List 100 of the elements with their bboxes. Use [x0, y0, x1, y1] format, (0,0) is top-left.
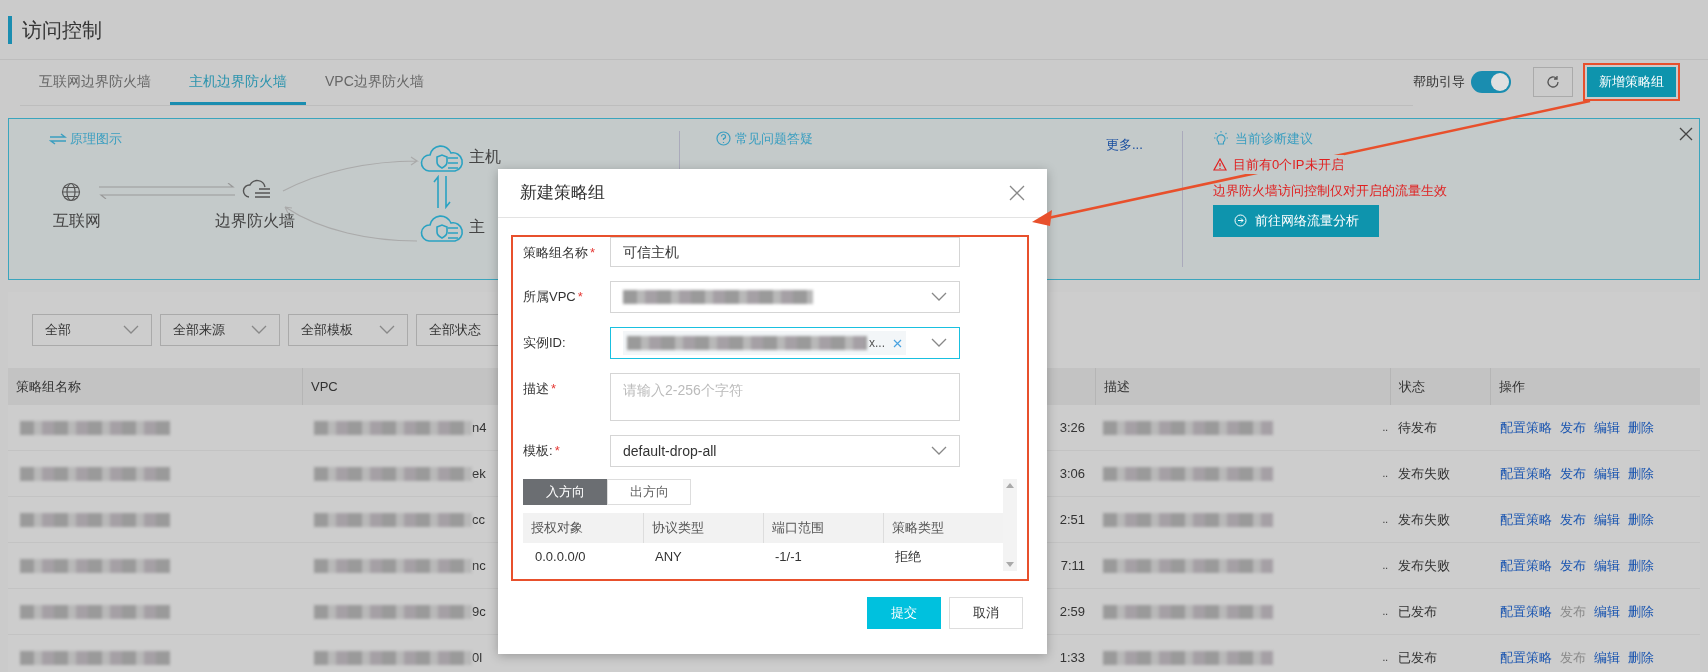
- filter-select[interactable]: 全部: [32, 314, 152, 346]
- action-link[interactable]: 删除: [1628, 555, 1654, 576]
- action-link[interactable]: 删除: [1628, 601, 1654, 622]
- help-label: 帮助引导: [1413, 73, 1465, 92]
- table-cell-text: ek: [472, 464, 486, 483]
- filter-select[interactable]: 全部来源: [160, 314, 280, 346]
- action-link[interactable]: 编辑: [1594, 647, 1620, 668]
- action-link[interactable]: 配置策略: [1500, 555, 1552, 576]
- close-icon[interactable]: [1679, 127, 1693, 141]
- chevron-down-icon: [123, 325, 139, 335]
- action-link[interactable]: 编辑: [1594, 601, 1620, 622]
- arrow-circle-icon: [1233, 214, 1247, 227]
- chevron-down-icon: [931, 446, 947, 456]
- table-cell-text: 0l: [472, 648, 483, 667]
- column-header: 协议类型: [652, 519, 704, 538]
- action-link[interactable]: 删除: [1628, 417, 1654, 438]
- chevron-down-icon: [379, 325, 395, 335]
- scrollbar[interactable]: [1003, 479, 1017, 571]
- table-cell: ANY: [655, 549, 682, 565]
- action-link[interactable]: 发布: [1560, 463, 1586, 484]
- status-text: 发布失败: [1398, 465, 1450, 481]
- notice-text: 边界防火墙访问控制仅对开启的流量生效: [1213, 182, 1447, 200]
- help-icon: [716, 131, 731, 147]
- action-link[interactable]: 编辑: [1594, 463, 1620, 484]
- select-field[interactable]: default-drop-all: [610, 435, 960, 467]
- status-text: 已发布: [1398, 603, 1437, 619]
- action-link[interactable]: 编辑: [1594, 509, 1620, 530]
- ellipsis-text: ..: [1382, 421, 1388, 435]
- action-link[interactable]: 编辑: [1594, 555, 1620, 576]
- vertical-arrows-icon: [433, 175, 451, 209]
- toggle-switch[interactable]: [1471, 71, 1511, 93]
- direction-tab[interactable]: 出方向: [607, 479, 691, 505]
- table-cell-text: n4: [472, 418, 487, 437]
- tab[interactable]: VPC边界防火墙: [306, 60, 443, 105]
- node-label: 主: [469, 217, 485, 237]
- table-cell-text: cc: [472, 510, 485, 529]
- column-header: 描述: [1104, 377, 1130, 396]
- section-title: 常见问题答疑: [735, 130, 813, 148]
- required-mark: *: [551, 380, 557, 398]
- table-cell: 拒绝: [895, 549, 921, 565]
- tab[interactable]: 互联网边界防火墙: [20, 60, 170, 105]
- swap-arrows-icon: [49, 132, 67, 145]
- field-label: 模板:: [523, 442, 553, 460]
- description-field[interactable]: 请输入2-256个字符: [610, 373, 960, 421]
- table-cell-text: 2:51: [1059, 510, 1085, 529]
- action-link[interactable]: 配置策略: [1500, 601, 1552, 622]
- status-text: 已发布: [1398, 649, 1437, 665]
- table-cell-text: 2:59: [1059, 602, 1085, 621]
- table-cell-text: 1:33: [1059, 648, 1085, 667]
- table-cell-text: 3:06: [1059, 464, 1085, 483]
- close-icon[interactable]: [1009, 185, 1025, 201]
- direction-tab[interactable]: 入方向: [523, 479, 607, 505]
- warning-icon: [1213, 157, 1227, 171]
- input-field[interactable]: 可信主机: [610, 237, 960, 267]
- page-title: 访问控制: [22, 17, 102, 43]
- globe-icon: [61, 182, 81, 202]
- table-cell-text: 9c: [472, 602, 486, 621]
- chevron-down-icon: [931, 338, 947, 348]
- more-link[interactable]: 更多...: [1106, 135, 1143, 155]
- action-link[interactable]: 发布: [1560, 555, 1586, 576]
- ellipsis-text: ..: [1382, 513, 1388, 527]
- action-link[interactable]: 配置策略: [1500, 417, 1552, 438]
- node-label: 主机: [469, 147, 501, 167]
- cancel-button[interactable]: 取消: [949, 597, 1023, 629]
- required-mark: *: [590, 244, 596, 262]
- column-header: VPC: [311, 377, 338, 396]
- column-header: 端口范围: [772, 519, 824, 538]
- create-button[interactable]: 新增策略组: [1587, 67, 1676, 97]
- action-link[interactable]: 配置策略: [1500, 509, 1552, 530]
- refresh-button[interactable]: [1533, 67, 1573, 97]
- table-cell-text: 3:26: [1059, 418, 1085, 437]
- ellipsis-text: ..: [1382, 559, 1388, 573]
- scroll-down-icon[interactable]: [1006, 562, 1014, 567]
- scroll-up-icon[interactable]: [1006, 483, 1014, 488]
- ellipsis-text: ..: [1382, 651, 1388, 665]
- multiselect-field[interactable]: x...: [610, 327, 960, 359]
- traffic-analysis-button[interactable]: 前往网络流量分析: [1213, 204, 1379, 237]
- refresh-icon: [1546, 75, 1560, 89]
- select-value: default-drop-all: [623, 441, 717, 461]
- tag-text: x...: [869, 335, 885, 352]
- select-field[interactable]: [610, 281, 960, 313]
- table-cell: -1/-1: [775, 549, 802, 565]
- action-link[interactable]: 删除: [1628, 509, 1654, 530]
- action-link[interactable]: 发布: [1560, 417, 1586, 438]
- action-link[interactable]: 发布: [1560, 509, 1586, 530]
- action-link[interactable]: 编辑: [1594, 417, 1620, 438]
- table-cell-text: 7:11: [1060, 556, 1085, 575]
- node-label: 边界防火墙: [215, 211, 295, 231]
- status-text: 待发布: [1398, 419, 1437, 435]
- action-link[interactable]: 删除: [1628, 463, 1654, 484]
- required-mark: *: [554, 442, 560, 460]
- section-title: 原理图示: [70, 130, 122, 148]
- field-label: 所属VPC: [523, 288, 576, 306]
- clear-icon[interactable]: [893, 338, 902, 348]
- action-link[interactable]: 配置策略: [1500, 463, 1552, 484]
- filter-select[interactable]: 全部模板: [288, 314, 408, 346]
- chevron-down-icon: [931, 292, 947, 302]
- action-link[interactable]: 配置策略: [1500, 647, 1552, 668]
- action-link[interactable]: 删除: [1628, 647, 1654, 668]
- dialog-title: 新建策略组: [520, 182, 605, 205]
